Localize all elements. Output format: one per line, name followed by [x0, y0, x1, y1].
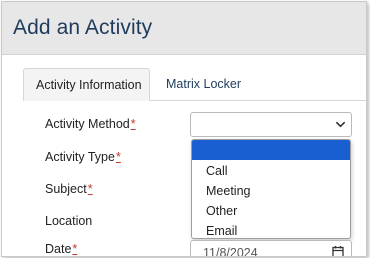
calendar-icon[interactable]	[332, 245, 344, 257]
date-label: Date*	[45, 242, 77, 256]
dialog-title: Add an Activity	[13, 16, 153, 39]
label-text: Subject	[45, 182, 87, 196]
dropdown-option-email[interactable]: Email	[206, 224, 237, 238]
location-label: Location	[45, 214, 92, 228]
activity-type-label: Activity Type*	[45, 150, 121, 164]
tab-activity-information[interactable]: Activity Information	[23, 68, 150, 101]
subject-label: Subject*	[45, 182, 93, 196]
chevron-down-icon	[336, 121, 345, 128]
dialog-header: Add an Activity	[2, 2, 366, 55]
activity-method-dropdown: Call Meeting Other Email	[191, 139, 351, 239]
required-mark: *	[87, 182, 93, 196]
date-field[interactable]: 11/8/2024	[190, 240, 352, 257]
tab-bar: Activity Information Matrix Locker	[23, 68, 366, 101]
dropdown-option-other[interactable]: Other	[206, 204, 237, 218]
tab-label: Matrix Locker	[166, 77, 242, 91]
dropdown-option-call[interactable]: Call	[206, 164, 228, 178]
tab-label: Activity Information	[36, 78, 142, 92]
date-value: 11/8/2024	[203, 246, 258, 257]
required-mark: *	[130, 117, 136, 131]
label-text: Date	[45, 242, 72, 256]
required-mark: *	[72, 242, 78, 256]
label-text: Activity Type	[45, 150, 115, 164]
tab-matrix-locker[interactable]: Matrix Locker	[154, 68, 253, 101]
add-activity-dialog: Add an Activity Activity Information Mat…	[1, 1, 367, 257]
label-text: Location	[45, 214, 93, 228]
activity-method-select[interactable]	[190, 112, 352, 137]
dropdown-option-blank[interactable]	[192, 140, 350, 160]
label-text: Activity Method	[45, 117, 130, 131]
activity-method-label: Activity Method*	[45, 117, 136, 131]
required-mark: *	[115, 150, 121, 164]
dropdown-option-meeting[interactable]: Meeting	[206, 184, 250, 198]
